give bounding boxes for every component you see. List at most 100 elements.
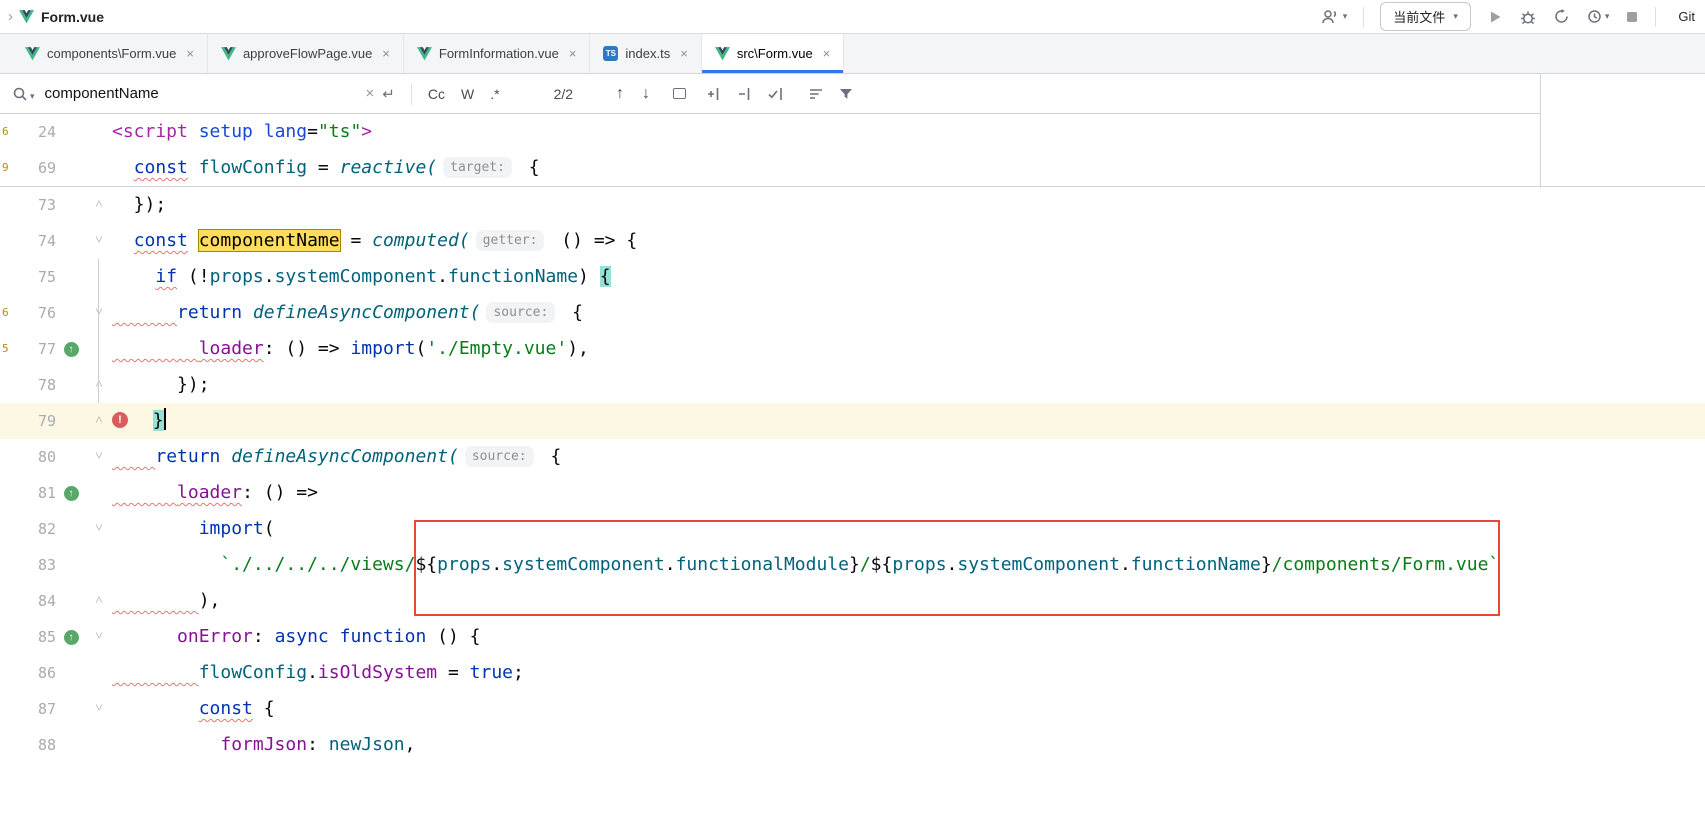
tab-index-ts[interactable]: TSindex.ts× (590, 34, 701, 73)
run-button[interactable] (1487, 9, 1503, 25)
code-line-74[interactable]: 74˅ const componentName = computed(gette… (0, 223, 1705, 259)
newline-icon[interactable]: ↵ (382, 85, 395, 103)
select-all-occurrences-button[interactable] (760, 86, 791, 102)
code-text[interactable]: formJson: newJson, (112, 727, 1705, 763)
tab-components-form-vue[interactable]: components\Form.vue× (12, 34, 208, 73)
previous-match-button[interactable]: ↑ (607, 85, 633, 103)
code-line-77[interactable]: 577↑ loader: () => import('./Empty.vue')… (0, 331, 1705, 367)
code-text[interactable]: }); (112, 187, 1705, 223)
fold-marker[interactable]: ˄ (86, 403, 112, 439)
fold-marker[interactable]: ˅ (86, 223, 112, 259)
tab-close-button[interactable]: × (680, 46, 688, 61)
next-match-button[interactable]: ↓ (633, 85, 659, 103)
error-icon[interactable]: ! (112, 412, 128, 428)
code-text[interactable]: if (!props.systemComponent.functionName)… (112, 259, 1705, 295)
add-selection-button[interactable] (698, 86, 729, 102)
code-text[interactable]: const flowConfig = reactive(target: { (112, 150, 1705, 186)
gutter-icon-cell (56, 295, 86, 331)
fold-marker (86, 727, 112, 763)
code-text[interactable]: return defineAsyncComponent(source: { (112, 439, 1705, 475)
fold-marker[interactable]: ˅ (86, 295, 112, 331)
gutter-icon-cell (56, 547, 86, 583)
fold-marker[interactable]: ˄ (86, 187, 112, 223)
gutter-icon-cell (56, 114, 86, 150)
tab-close-button[interactable]: × (382, 46, 390, 61)
gutter-icon-cell (56, 150, 86, 186)
remove-selection-button[interactable] (729, 86, 760, 102)
fold-marker[interactable]: ˄ (86, 367, 112, 403)
code-line-83[interactable]: 83 `./../../../views/${props.systemCompo… (0, 547, 1705, 583)
code-line-76[interactable]: 676˅ return defineAsyncComponent(source:… (0, 295, 1705, 331)
run-config-label: 当前文件 (1393, 7, 1445, 26)
line-number: 83 (14, 547, 56, 583)
code-text[interactable]: flowConfig.isOldSystem = true; (112, 655, 1705, 691)
code-line-86[interactable]: 86 flowConfig.isOldSystem = true; (0, 655, 1705, 691)
search-input[interactable] (45, 85, 360, 102)
gutter-green-icon[interactable]: ↑ (64, 486, 79, 501)
tab-approveflowpage-vue[interactable]: approveFlowPage.vue× (208, 34, 404, 73)
git-menu[interactable]: Git (1678, 9, 1695, 24)
run-history-button[interactable]: ▾ (1586, 8, 1610, 25)
code-text[interactable]: `./../../../views/${props.systemComponen… (112, 547, 1705, 583)
match-case-toggle[interactable]: Cc (420, 83, 453, 105)
code-text[interactable]: loader: () => import('./Empty.vue'), (112, 331, 1705, 367)
code-editor[interactable]: 624<script setup lang="ts">969 const flo… (0, 114, 1705, 763)
search-icon[interactable]: ▾ (12, 86, 35, 102)
gutter-icon-cell (56, 439, 86, 475)
code-line-80[interactable]: 80˅ return defineAsyncComponent(source: … (0, 439, 1705, 475)
left-edge-mark (0, 511, 14, 547)
code-line-88[interactable]: 88 formJson: newJson, (0, 727, 1705, 763)
code-line-73[interactable]: 73˄ }); (0, 187, 1705, 223)
gutter-green-icon[interactable]: ↑ (64, 342, 79, 357)
code-text[interactable]: const { (112, 691, 1705, 727)
fold-marker[interactable]: ˅ (86, 691, 112, 727)
coverage-button[interactable] (1553, 8, 1570, 25)
line-number: 85 (14, 619, 56, 655)
left-edge-mark (0, 187, 14, 223)
code-text[interactable]: return defineAsyncComponent(source: { (112, 295, 1705, 331)
code-line-85[interactable]: 85 ↑ ˅ onError: async function () { (0, 619, 1705, 655)
code-text[interactable]: <script setup lang="ts"> (112, 114, 1705, 150)
code-line-87[interactable]: 87˅ const { (0, 691, 1705, 727)
fold-marker[interactable]: ˅ (86, 619, 112, 655)
sort-results-icon[interactable] (801, 86, 831, 102)
code-line-69[interactable]: 969 const flowConfig = reactive(target: … (0, 150, 1705, 186)
gutter-icon-cell (56, 403, 86, 439)
code-text[interactable]: loader: () => (112, 475, 1705, 511)
stop-button[interactable] (1625, 10, 1639, 24)
fold-marker[interactable]: ˅ (86, 511, 112, 547)
code-line-75[interactable]: 75 if (!props.systemComponent.functionNa… (0, 259, 1705, 295)
code-line-82[interactable]: 82˅ import( (0, 511, 1705, 547)
tab-close-button[interactable]: × (186, 46, 194, 61)
code-line-24[interactable]: 624<script setup lang="ts"> (0, 114, 1705, 150)
whole-words-toggle[interactable]: W (453, 83, 482, 105)
code-text[interactable]: ! } (112, 403, 1705, 439)
debug-button[interactable] (1519, 8, 1537, 26)
gutter-icon-cell (56, 367, 86, 403)
code-text[interactable]: }); (112, 367, 1705, 403)
tab-src-form-vue[interactable]: src\Form.vue× (702, 34, 844, 73)
users-button[interactable]: ▾ (1321, 9, 1348, 25)
open-in-find-window-button[interactable] (673, 88, 686, 99)
code-line-81[interactable]: 81↑ loader: () => (0, 475, 1705, 511)
code-text[interactable]: import( (112, 511, 1705, 547)
regex-toggle[interactable]: .* (482, 83, 507, 105)
gutter-green-icon[interactable]: ↑ (64, 630, 79, 645)
tab-close-button[interactable]: × (569, 46, 577, 61)
code-line-84[interactable]: 84˄ ), (0, 583, 1705, 619)
run-config-selector[interactable]: 当前文件 ▾ (1380, 2, 1471, 31)
gutter-icon-cell: ↑ (56, 331, 86, 367)
fold-marker[interactable]: ˅ (86, 439, 112, 475)
code-text[interactable]: const componentName = computed(getter: (… (112, 223, 1705, 259)
tab-forminformation-vue[interactable]: FormInformation.vue× (404, 34, 591, 73)
code-text[interactable]: onError: async function () { (112, 619, 1705, 655)
code-line-78[interactable]: 78˄ }); (0, 367, 1705, 403)
code-line-79[interactable]: 79˄! } (0, 403, 1705, 439)
fold-marker[interactable]: ˄ (86, 583, 112, 619)
filter-button[interactable] (831, 86, 861, 102)
gutter-icon-cell: ↑ (56, 475, 86, 511)
clear-search-button[interactable]: × (360, 82, 381, 105)
left-edge-mark (0, 727, 14, 763)
code-text[interactable]: ), (112, 583, 1705, 619)
tab-close-button[interactable]: × (823, 46, 831, 61)
